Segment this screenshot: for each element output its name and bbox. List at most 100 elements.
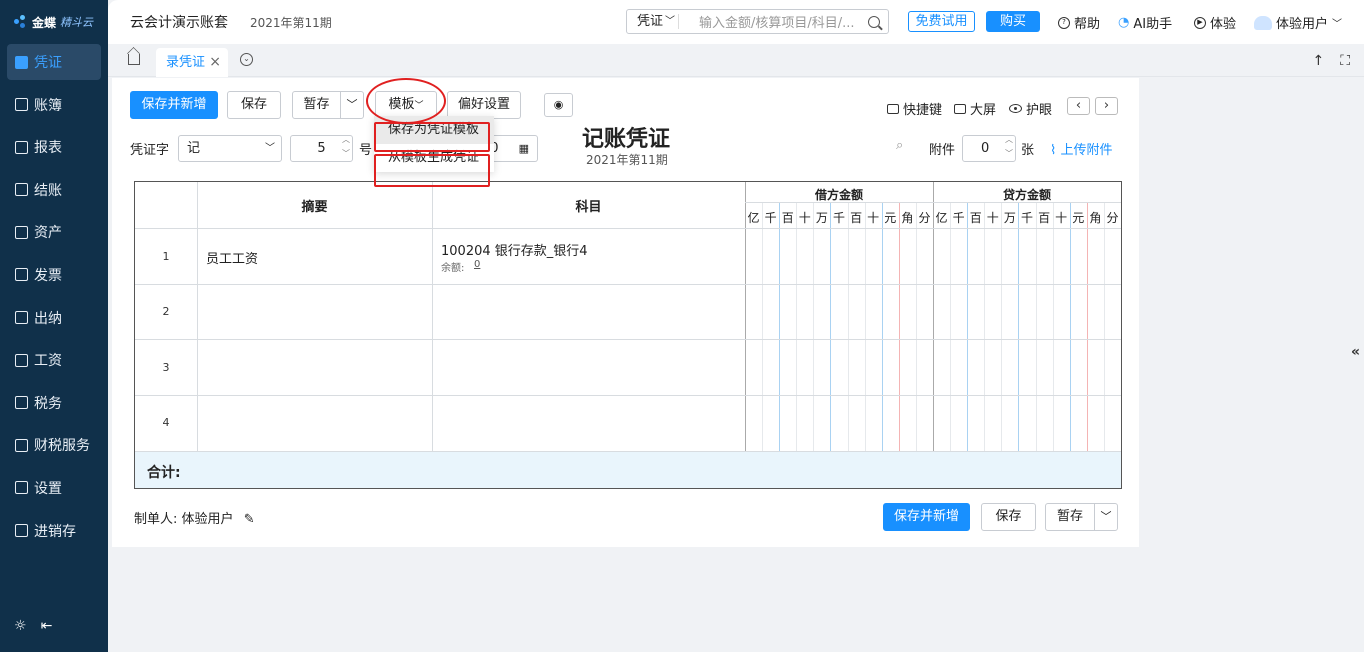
arrow-up-icon[interactable]: ↑: [1312, 53, 1324, 69]
sidebar-item-8[interactable]: 税务: [7, 385, 101, 421]
attachment-count-stepper[interactable]: 0 ︿ ﹀: [962, 135, 1016, 162]
sidebar-item-6[interactable]: 出纳: [7, 300, 101, 336]
divider: [432, 182, 433, 452]
help-link[interactable]: ? 帮助: [1058, 13, 1100, 32]
account-name[interactable]: 云会计演示账套: [130, 12, 228, 32]
draft-button[interactable]: 暂存: [293, 92, 341, 118]
sidebar-item-5[interactable]: 发票: [7, 257, 101, 293]
sidebar-item-11[interactable]: 进销存: [7, 513, 101, 549]
account-cell[interactable]: 100204 银行存款_银行4: [441, 240, 588, 259]
attachment-search-icon[interactable]: ⌕: [896, 138, 903, 153]
fullscreen-link[interactable]: 大屏: [954, 99, 996, 118]
tab-bar-right: ↑ ⛶: [1312, 53, 1350, 69]
voucher-word-select[interactable]: 记 ﹀: [178, 135, 282, 162]
digit-header: 十: [798, 211, 811, 225]
calendar-icon[interactable]: ▦: [519, 136, 529, 161]
sidebar-item-label: 税务: [34, 395, 62, 412]
sidebar-item-7[interactable]: 工资: [7, 342, 101, 378]
digit-divider: [1001, 202, 1003, 452]
double-chevron-left-icon[interactable]: «: [1351, 344, 1360, 360]
prev-voucher-button[interactable]: ‹: [1067, 97, 1090, 115]
global-search: 凭证 ﹀ 输入金额/核算项目/科目/...: [626, 9, 889, 34]
stepper-arrows-icon[interactable]: ︿ ﹀: [1005, 133, 1013, 161]
tab-record-voucher[interactable]: 录凭证 ×: [156, 48, 228, 77]
search-type-select[interactable]: 凭证 ﹀: [627, 14, 679, 29]
search-icon[interactable]: [868, 15, 880, 28]
voucher-panel: 保存并新增 保存 暂存 ﹀ 模板﹀ 偏好设置 ◉ 快捷键 大屏 护眼 ‹ › 保…: [112, 78, 1139, 547]
service-icon: [15, 438, 28, 452]
chevron-down-icon: ﹀: [665, 16, 676, 27]
settings-circle-button[interactable]: ◉: [544, 93, 573, 117]
digit-divider: [813, 202, 815, 452]
draft-more-chevron-icon[interactable]: ﹀: [341, 92, 363, 118]
voucher-number-stepper[interactable]: 5 ︿ ﹀: [290, 135, 353, 162]
footer-draft-button[interactable]: 暂存: [1046, 504, 1095, 530]
col-debit-header: 借方金额: [814, 188, 863, 202]
save-and-new-button[interactable]: 保存并新增: [130, 91, 218, 119]
theme-sun-icon[interactable]: ☼: [14, 618, 27, 634]
digit-divider: [898, 202, 900, 452]
annotation-ellipse: [366, 78, 446, 124]
tab-bar: 录凭证 × ⌄ ↑ ⛶: [108, 44, 1364, 77]
digit-header: 万: [815, 211, 828, 225]
cashier-icon: [15, 311, 28, 325]
search-input[interactable]: 输入金额/核算项目/科目/...: [699, 12, 868, 31]
save-button[interactable]: 保存: [227, 91, 281, 119]
digit-divider: [762, 202, 764, 452]
sidebar-item-9[interactable]: 财税服务: [7, 427, 101, 463]
expand-icon[interactable]: ⛶: [1340, 53, 1350, 69]
row-number: 1: [162, 250, 170, 263]
salary-icon: [15, 353, 28, 367]
chevron-right-icon: ›: [1103, 98, 1110, 113]
digit-header: 分: [918, 211, 931, 225]
digit-divider: [1052, 202, 1054, 452]
sidebar-item-label: 凭证: [34, 55, 62, 71]
divider: [745, 202, 1121, 203]
shortcuts-link[interactable]: 快捷键: [887, 99, 942, 118]
preferences-button[interactable]: 偏好设置: [447, 91, 521, 119]
ai-assistant-link[interactable]: ◔ AI助手: [1118, 13, 1172, 32]
upload-attachment-link[interactable]: ⌇ 上传附件: [1050, 139, 1113, 158]
buy-button[interactable]: 购买: [986, 11, 1040, 32]
attachment-label: 附件: [929, 143, 956, 158]
col-account-header: 科目: [575, 200, 602, 215]
voucher-number-suffix: 号: [359, 143, 373, 158]
digit-header: 千: [1020, 211, 1033, 225]
stepper-arrows-icon[interactable]: ︿ ﹀: [342, 133, 350, 161]
annotation-box-2: [374, 154, 490, 187]
experience-link[interactable]: ▶ 体验: [1194, 13, 1236, 32]
sidebar-item-2[interactable]: 报表: [7, 129, 101, 165]
eye-care-link[interactable]: 护眼: [1009, 99, 1052, 118]
sidebar-item-label: 设置: [34, 480, 62, 497]
footer-save-and-new-button[interactable]: 保存并新增: [883, 503, 970, 531]
sidebar: 金蝶 精斗云 凭证 账簿 报表 结账 资产 发票 出纳 工资 税务 财税服务 设置 进销存 ☼ ⇤: [0, 0, 108, 652]
sidebar-item-1[interactable]: 账簿: [7, 87, 101, 123]
tab-more-icon[interactable]: ⌄: [240, 53, 253, 66]
home-icon[interactable]: [128, 54, 140, 65]
edit-pencil-icon[interactable]: ✎: [244, 512, 255, 527]
sidebar-item-0[interactable]: 凭证: [7, 44, 101, 80]
digit-header: 万: [1003, 211, 1016, 225]
sidebar-item-3[interactable]: 结账: [7, 172, 101, 208]
closing-icon: [15, 183, 28, 197]
footer-draft-chevron-icon[interactable]: ﹀: [1095, 504, 1117, 530]
sidebar-item-label: 进销存: [34, 523, 76, 540]
sidebar-item-4[interactable]: 资产: [7, 214, 101, 250]
sidebar-item-label: 结账: [34, 182, 62, 199]
close-icon[interactable]: ×: [209, 48, 221, 77]
digit-divider: [847, 202, 849, 452]
digit-header: 元: [1072, 211, 1085, 225]
sidebar-bottom: ☼ ⇤: [14, 618, 52, 634]
next-voucher-button[interactable]: ›: [1095, 97, 1118, 115]
keyboard-icon: [887, 103, 899, 114]
user-menu[interactable]: 体验用户 ﹀: [1254, 13, 1342, 32]
settings-icon: [15, 481, 28, 495]
eye-icon: [1009, 104, 1022, 113]
collapse-sidebar-icon[interactable]: ⇤: [41, 618, 53, 634]
sidebar-item-10[interactable]: 设置: [7, 470, 101, 506]
free-trial-button[interactable]: 免费试用: [908, 11, 975, 32]
summary-cell[interactable]: 员工工资: [206, 248, 258, 267]
balance-value[interactable]: 0: [474, 259, 480, 270]
footer-save-button[interactable]: 保存: [981, 503, 1036, 531]
voucher-period: 2021年第11期: [586, 153, 668, 167]
